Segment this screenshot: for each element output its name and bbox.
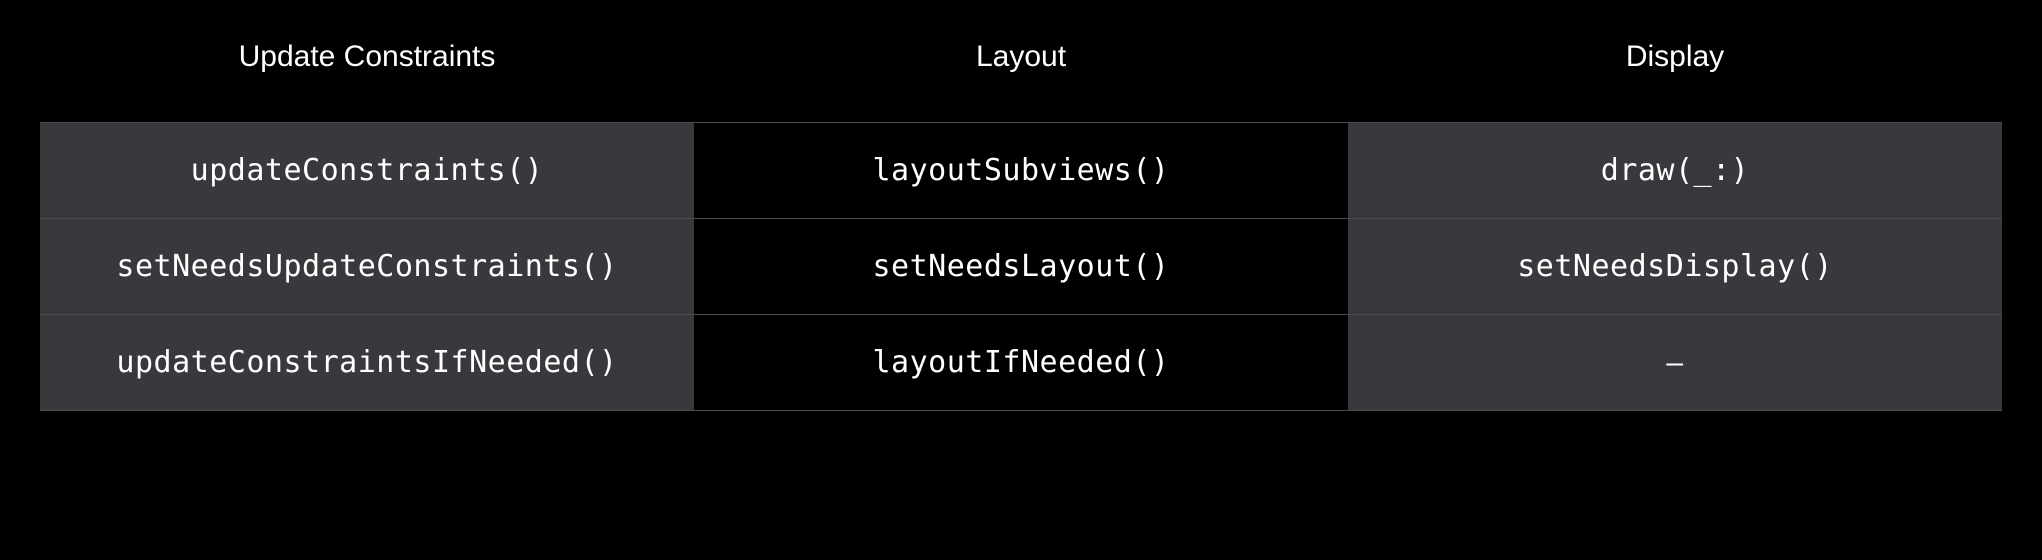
col-header-display: Display	[1348, 40, 2002, 123]
cell-update-constraints-if-needed: updateConstraintsIfNeeded()	[40, 315, 694, 411]
layout-methods-table: Update Constraints Layout Display update…	[40, 40, 2002, 411]
table-row: setNeedsUpdateConstraints() setNeedsLayo…	[40, 219, 2002, 315]
col-header-update-constraints: Update Constraints	[40, 40, 694, 123]
cell-layout-if-needed: layoutIfNeeded()	[694, 315, 1348, 411]
table-row: updateConstraints() layoutSubviews() dra…	[40, 123, 2002, 219]
cell-set-needs-display: setNeedsDisplay()	[1348, 219, 2002, 315]
cell-layout-subviews: layoutSubviews()	[694, 123, 1348, 219]
cell-set-needs-layout: setNeedsLayout()	[694, 219, 1348, 315]
table-row: updateConstraintsIfNeeded() layoutIfNeed…	[40, 315, 2002, 411]
cell-set-needs-update-constraints: setNeedsUpdateConstraints()	[40, 219, 694, 315]
col-header-layout: Layout	[694, 40, 1348, 123]
cell-update-constraints: updateConstraints()	[40, 123, 694, 219]
cell-draw: draw(_:)	[1348, 123, 2002, 219]
cell-display-none: –	[1348, 315, 2002, 411]
table-header-row: Update Constraints Layout Display	[40, 40, 2002, 123]
